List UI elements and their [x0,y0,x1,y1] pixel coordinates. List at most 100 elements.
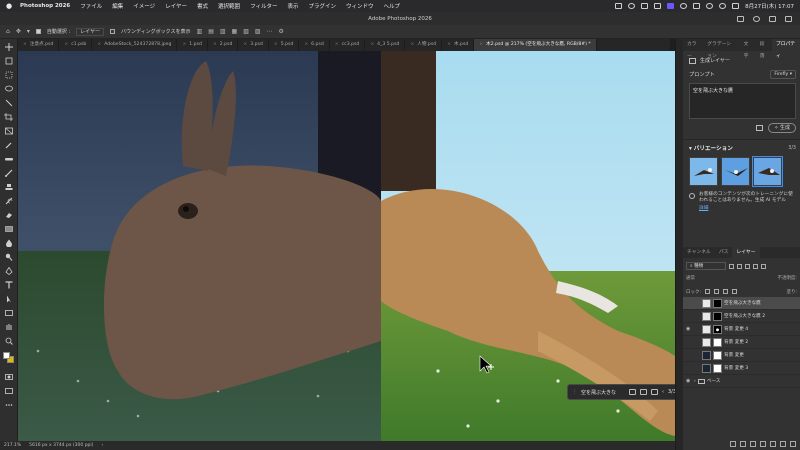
document-tab[interactable]: × 人物.psd [405,39,443,51]
healing-brush-tool-icon[interactable] [4,155,14,163]
edit-toolbar-icon[interactable] [4,401,14,409]
layer-mask-thumbnail[interactable] [713,298,722,308]
layer-name[interactable]: 背景 変更 2 [724,339,748,345]
bounding-box-checkbox[interactable] [110,29,115,34]
tab-properties[interactable]: プロパティ [771,39,800,59]
document-tab-active[interactable]: × 木2.psd @ 217% (空を飛ぶ大きな鷹, RGB/8#) * [474,39,597,51]
close-icon[interactable]: × [64,42,68,47]
zoom-tool-icon[interactable] [4,337,14,345]
close-icon[interactable]: × [410,42,414,47]
foreground-color-swatch[interactable] [3,352,10,359]
blur-tool-icon[interactable] [4,239,14,248]
variation-thumbnail[interactable] [689,157,718,186]
align-left-icon[interactable]: ▥ [197,28,203,35]
menu-layer[interactable]: レイヤー [165,2,187,10]
layer-row[interactable]: 背景 変更 3 [683,362,800,375]
layer-name[interactable]: 空を飛ぶ大きな鷹 [724,300,761,306]
lock-position-icon[interactable] [723,289,729,294]
pen-tool-icon[interactable] [4,266,14,276]
document-tab[interactable]: × 6.psd [299,39,330,51]
object-selection-tool-icon[interactable] [4,99,14,107]
trash-icon[interactable] [790,440,796,447]
close-icon[interactable]: × [370,42,374,47]
type-tool-icon[interactable] [4,281,14,289]
screen-mode-icon[interactable] [4,387,14,395]
link-layers-icon[interactable] [730,440,736,447]
move-tool-icon[interactable] [4,43,14,51]
layer-group-row[interactable]: ◉ › ベース [683,375,800,388]
menu-file[interactable]: ファイル [80,2,102,10]
settings-icon[interactable]: ⚙ [279,28,284,35]
layers-icon[interactable] [640,389,647,395]
menu-clock[interactable]: 8月27日(木) 17:07 [745,2,794,10]
workspace-icon[interactable] [769,15,776,22]
add-mask-icon[interactable] [750,440,756,447]
document-tab[interactable]: × 5.psd [269,39,300,51]
zoom-level[interactable]: 217.1% [4,443,21,448]
document-tab[interactable]: × 3.psd [238,39,269,51]
chevron-down-icon[interactable]: ▾ [27,28,30,35]
lock-all-icon[interactable] [732,289,738,294]
dodge-tool-icon[interactable] [4,253,14,261]
filter-shape-icon[interactable] [753,263,758,269]
layer-kind-filter[interactable]: ⌕ 種類 [686,262,726,270]
layer-row[interactable]: 空を飛ぶ大きな鷹 [683,297,800,310]
layer-row[interactable]: 背景 変更 2 [683,336,800,349]
eyedropper-tool-icon[interactable] [4,141,14,149]
share-icon[interactable] [737,15,744,22]
filter-smart-object-icon[interactable] [761,263,766,269]
document-tab[interactable]: × 木.psd [442,39,475,51]
feedback-icon[interactable] [651,389,658,395]
new-group-icon[interactable] [770,440,776,447]
chevron-right-icon[interactable]: › [694,379,696,384]
layer-mask-thumbnail[interactable] [713,311,722,321]
wifi-icon[interactable] [706,3,714,9]
adjustment-layer-icon[interactable] [760,440,766,447]
model-dropdown[interactable]: Firefly ▾ [770,70,796,79]
document-tab[interactable]: × c1.psb [59,39,93,51]
layer-mask-thumbnail[interactable] [713,363,722,373]
variations-header[interactable]: ▾ バリエーション 3/3 [683,140,800,153]
filter-adjustment-icon[interactable] [737,263,742,269]
learn-more-link[interactable]: 詳細 [699,206,796,212]
layer-name[interactable]: 背景 変更 [724,352,744,358]
more-options-icon[interactable]: ⋯ [267,28,273,35]
auto-select-target-dropdown[interactable]: レイヤー [76,27,104,36]
generate-button[interactable]: ✧ 生成 [768,123,796,133]
layer-row[interactable]: ◉ 背景 変更 4 [683,323,800,336]
document-tab[interactable]: × cc3.psd [330,39,366,51]
brush-tool-icon[interactable] [4,169,14,177]
align-bottom-icon[interactable]: ▨ [255,28,261,35]
layer-name[interactable]: 空を飛ぶ大きな鷹 2 [724,313,765,319]
creative-cloud-icon[interactable] [628,3,636,9]
frame-tool-icon[interactable] [4,127,14,135]
close-icon[interactable]: × [274,42,278,47]
gradient-tool-icon[interactable] [4,225,14,233]
prev-variation-icon[interactable]: ‹ [662,389,664,395]
menu-view[interactable]: 表示 [287,2,298,10]
filter-type-icon[interactable] [745,263,750,269]
close-icon[interactable]: × [335,42,339,47]
tab-layers[interactable]: レイヤー [732,246,760,259]
rectangle-tool-icon[interactable] [4,309,14,317]
blend-mode-dropdown[interactable]: 通常 [686,275,695,284]
search-icon[interactable] [719,3,727,9]
history-brush-tool-icon[interactable] [4,197,14,205]
active-app-icon[interactable] [667,3,675,9]
layer-mask-thumbnail[interactable] [713,337,722,347]
chevron-down-icon[interactable] [785,15,792,22]
layer-name[interactable]: 背景 変更 3 [724,365,748,371]
menu-image[interactable]: イメージ [133,2,155,10]
artboard-tool-icon[interactable] [4,57,14,65]
document-tab[interactable]: × 4_3 5.psd [365,39,406,51]
reference-image-icon[interactable] [756,125,764,131]
document-tab[interactable]: × 注意点.psd [18,39,60,51]
prompt-input[interactable]: 空を飛ぶ大きな鷹 [689,83,796,119]
layer-mask-thumbnail[interactable] [713,324,722,334]
display-icon[interactable] [641,3,649,9]
tab-paragraph[interactable]: 段落 [756,39,772,59]
layer-row[interactable]: 背景 変更 [683,349,800,362]
search-icon[interactable] [753,15,760,22]
eye-icon[interactable]: ◉ [686,378,692,384]
document-tab[interactable]: × 1.psd [177,39,208,51]
